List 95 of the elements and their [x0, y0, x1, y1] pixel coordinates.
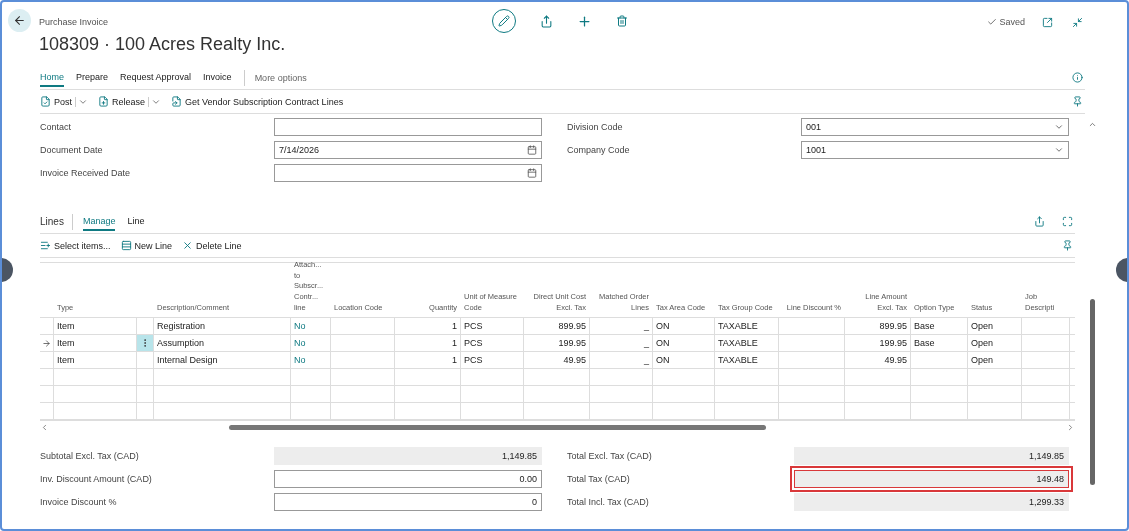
table-cell: 49.95 — [845, 352, 911, 368]
table-cell: PCS — [461, 335, 524, 351]
table-cell: Item — [54, 318, 137, 334]
date-field[interactable] — [274, 164, 542, 182]
scroll-left-icon[interactable] — [40, 422, 49, 432]
table-cell: _ — [590, 352, 653, 368]
field-label: Inv. Discount Amount (CAD) — [40, 474, 153, 484]
saved-status: Saved — [987, 17, 1025, 27]
line-action-button[interactable]: Delete Line — [182, 240, 242, 251]
document-icon — [98, 96, 109, 107]
dropdown-field[interactable]: 1001 — [801, 141, 1069, 159]
table-cell: Open — [968, 335, 1022, 351]
table-cell: 1 — [395, 318, 461, 334]
input-field[interactable] — [274, 118, 542, 136]
field-label: Company Code — [567, 145, 631, 155]
table-cell: Base — [911, 318, 968, 334]
calendar-icon[interactable] — [527, 145, 537, 155]
line-action-button[interactable]: Select items... — [40, 240, 111, 251]
calendar-icon[interactable] — [527, 168, 537, 178]
back-button[interactable] — [8, 9, 31, 32]
current-row-icon — [42, 338, 51, 348]
table-cell: TAXABLE — [715, 318, 779, 334]
table-cell: TAXABLE — [715, 352, 779, 368]
table-cell: 1 — [395, 335, 461, 351]
field-label: Total Excl. Tax (CAD) — [567, 451, 653, 461]
action-tab[interactable]: Home — [40, 68, 64, 87]
chevron-down-icon[interactable] — [1054, 122, 1064, 132]
edit-icon[interactable] — [498, 15, 510, 27]
table-link[interactable]: No — [291, 318, 331, 334]
scrollbar-thumb[interactable] — [229, 424, 766, 430]
action-button[interactable]: Release — [98, 96, 162, 107]
amount-field: 1,149.85 — [793, 447, 1069, 465]
table-cell: 199.95 — [845, 335, 911, 351]
table-cell: 49.95 — [524, 352, 590, 368]
lines-tab[interactable]: Manage — [82, 212, 116, 231]
table-cell: Registration — [154, 318, 291, 334]
table-cell: ON — [653, 318, 715, 334]
table-cell: TAXABLE — [715, 335, 779, 351]
table-cell: Open — [968, 318, 1022, 334]
delete-button[interactable] — [614, 13, 630, 29]
document-icon — [40, 96, 51, 107]
table-cell: Open — [968, 352, 1022, 368]
lines-tab[interactable]: Line — [127, 212, 145, 231]
table-cell: Internal Design — [154, 352, 291, 368]
field-label: Document Date — [40, 145, 104, 155]
field-label: Division Code — [567, 122, 624, 132]
table-cell: 1 — [395, 352, 461, 368]
table-cell: Base — [911, 335, 968, 351]
scrollbar-thumb[interactable] — [1089, 299, 1095, 485]
field-label: Total Incl. Tax (CAD) — [567, 497, 650, 507]
field-label: Contact — [40, 122, 73, 132]
page-title: 108309 · 100 Acres Realty Inc. — [39, 34, 287, 55]
action-button[interactable]: Post — [40, 96, 88, 107]
field-label: Total Tax (CAD) — [567, 474, 631, 484]
table-cell: Assumption — [154, 335, 291, 351]
action-tab[interactable]: Prepare — [76, 68, 109, 87]
table-cell: PCS — [461, 318, 524, 334]
table-cell: PCS — [461, 352, 524, 368]
dropdown-field[interactable]: 001 — [801, 118, 1069, 136]
input-field[interactable]: 0.00 — [274, 470, 542, 488]
back-icon[interactable] — [13, 14, 26, 27]
document-icon — [171, 96, 183, 107]
field-label: Invoice Discount % — [40, 497, 118, 507]
table-cell: 899.95 — [524, 318, 590, 334]
page-type: Purchase Invoice — [39, 17, 110, 27]
chevron-down-icon[interactable] — [1054, 145, 1064, 155]
table-cell: _ — [590, 318, 653, 334]
action-tab[interactable]: Invoice — [203, 68, 232, 87]
add-button[interactable] — [576, 13, 592, 29]
date-field[interactable]: 7/14/2026 — [274, 141, 542, 159]
table-cell: ON — [653, 352, 715, 368]
table-cell: Item — [54, 352, 137, 368]
rows-icon — [120, 240, 132, 251]
more-options-button[interactable]: More options — [254, 72, 307, 83]
scroll-right-icon[interactable] — [1066, 422, 1075, 432]
table-cell: 199.95 — [524, 335, 590, 351]
scroll-up-icon[interactable] — [1087, 120, 1097, 129]
section-title: Lines — [40, 216, 64, 227]
table-link[interactable]: No — [291, 335, 331, 351]
line-action-button[interactable]: New Line — [120, 240, 173, 251]
action-button[interactable]: Get Vendor Subscription Contract Lines — [171, 96, 344, 107]
table-cell: 899.95 — [845, 318, 911, 334]
field-label: Subtotal Excl. Tax (CAD) — [40, 451, 140, 461]
table-cell: _ — [590, 335, 653, 351]
field-label: Invoice Received Date — [40, 168, 132, 178]
input-field[interactable]: 0 — [274, 493, 542, 511]
table-cell: ON — [653, 335, 715, 351]
amount-field: 1,149.85 — [274, 447, 542, 465]
table-link[interactable]: No — [291, 352, 331, 368]
action-tab[interactable]: Request Approval — [120, 68, 192, 87]
info-button[interactable] — [1069, 69, 1085, 86]
list-icon — [40, 240, 51, 251]
delete-icon — [182, 240, 194, 251]
amount-field: 1,299.33 — [793, 493, 1069, 511]
check-icon — [987, 17, 998, 27]
